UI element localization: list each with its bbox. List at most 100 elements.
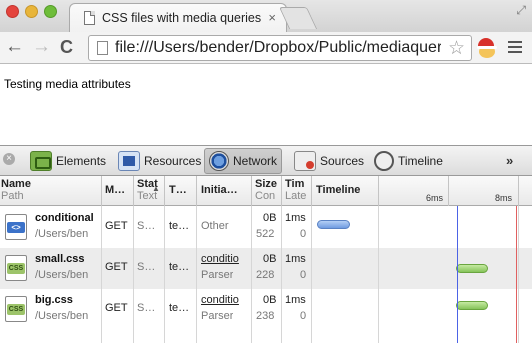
request-status: S… [137, 302, 156, 314]
request-method: GET [105, 220, 128, 232]
timeline-tick-label: 6ms [426, 193, 444, 203]
table-row[interactable]: CSS small.css /Users/ben GET S… te… cond… [0, 248, 532, 289]
load-event-marker [516, 206, 517, 343]
column-timeline[interactable]: Timeline [316, 184, 376, 196]
reload-button[interactable]: C [60, 37, 73, 57]
request-method: GET [105, 261, 128, 273]
request-method: GET [105, 302, 128, 314]
request-time: 1ms [285, 294, 306, 306]
tab-title: CSS files with media queries [102, 11, 262, 25]
tab-label: Timeline [398, 154, 443, 168]
tab-timeline[interactable]: Timeline [370, 148, 447, 174]
table-row[interactable]: <> conditional /Users/ben GET S… te… Oth… [0, 207, 532, 248]
tab-label: Network [233, 154, 278, 168]
timeline-bar[interactable] [456, 264, 488, 273]
sources-icon [294, 151, 316, 171]
tab-label: Resources [144, 154, 202, 168]
request-name[interactable]: conditional [35, 212, 99, 225]
tab-network[interactable]: Network [204, 148, 283, 174]
page-icon [84, 11, 95, 25]
timeline-icon [374, 151, 394, 171]
page-text: Testing media attributes [4, 77, 131, 91]
request-latency: 0 [300, 269, 307, 281]
title-bar: CSS files with media queries × ⤢ [0, 0, 532, 33]
tab-elements[interactable]: Elements [26, 148, 110, 174]
initiator-type: Parser [201, 269, 234, 281]
column-type[interactable]: T… [169, 184, 194, 196]
dom-content-loaded-marker [457, 206, 458, 343]
request-size: 0B [263, 253, 277, 265]
tab-label: Elements [56, 154, 107, 168]
initiator-type: Parser [201, 310, 234, 322]
request-latency: 0 [300, 310, 307, 322]
url-text[interactable]: file:///Users/bender/Dropbox/Public/medi… [115, 39, 441, 57]
tab-label: Sources [320, 154, 365, 168]
request-path: /Users/ben [35, 269, 89, 281]
request-content-size: 228 [256, 269, 275, 281]
table-row[interactable]: CSS big.css /Users/ben GET S… te… condit… [0, 289, 532, 330]
column-sublabel: Path [1, 190, 24, 202]
tab-close-icon[interactable]: × [268, 10, 276, 25]
page-content: Testing media attributes [0, 65, 532, 145]
sort-ascending-icon: ▲ [152, 184, 160, 193]
zoom-window-button[interactable] [44, 5, 57, 18]
column-initiator[interactable]: Initia… [201, 184, 251, 196]
devtools-panel: × Elements Resources Network Sources Tim… [0, 145, 532, 343]
network-table: Name Path M… Stat Text ▲ T… Initia… Size… [0, 176, 532, 343]
request-time: 1ms [285, 212, 306, 224]
initiator-link[interactable]: conditio [201, 253, 249, 266]
css-file-icon: CSS [5, 255, 27, 281]
resources-icon [118, 151, 140, 171]
request-name[interactable]: big.css [35, 294, 99, 307]
column-sublabel: Late [285, 190, 307, 202]
request-type: te… [169, 261, 190, 273]
browser-toolbar: ← → C file:///Users/bender/Dropbox/Publi… [0, 32, 532, 64]
elements-icon [30, 151, 52, 171]
request-content-size: 238 [256, 310, 275, 322]
fullscreen-icon[interactable]: ⤢ [516, 3, 526, 18]
minimize-window-button[interactable] [25, 5, 38, 18]
css-file-icon: CSS [5, 296, 27, 322]
tab-sources[interactable]: Sources [290, 148, 368, 174]
column-time[interactable]: Tim Late [285, 178, 309, 202]
page-icon [97, 41, 108, 55]
column-sublabel: Con [255, 190, 276, 202]
tab-resources[interactable]: Resources [114, 148, 205, 174]
request-time: 1ms [285, 253, 306, 265]
request-status: S… [137, 220, 156, 232]
column-label: Tim [285, 178, 305, 190]
menu-icon[interactable] [508, 41, 522, 56]
network-icon [209, 151, 229, 171]
request-size: 0B [263, 212, 277, 224]
close-devtools-icon[interactable]: × [3, 153, 15, 165]
request-path: /Users/ben [35, 228, 89, 240]
initiator-link[interactable]: conditio [201, 294, 249, 307]
santa-extension-icon[interactable] [476, 37, 498, 59]
request-path: /Users/ben [35, 310, 89, 322]
column-label: Size [255, 178, 278, 190]
address-bar[interactable]: file:///Users/bender/Dropbox/Public/medi… [88, 35, 472, 61]
request-status: S… [137, 261, 156, 273]
forward-button[interactable]: → [32, 37, 51, 57]
bookmark-star-icon[interactable]: ☆ [448, 37, 465, 60]
request-type: te… [169, 302, 190, 314]
request-size: 0B [263, 294, 277, 306]
request-initiator: Other [201, 220, 229, 232]
timeline-bar[interactable] [456, 301, 488, 310]
more-tabs-icon[interactable]: » [506, 153, 513, 168]
timeline-bar[interactable] [317, 220, 350, 229]
request-type: te… [169, 220, 190, 232]
request-name[interactable]: small.css [35, 253, 99, 266]
column-size[interactable]: Size Con [255, 178, 279, 202]
close-window-button[interactable] [6, 5, 19, 18]
html-file-icon: <> [5, 214, 27, 240]
timeline-tick-label: 8ms [495, 193, 513, 203]
column-label: Name [1, 178, 31, 190]
request-content-size: 522 [256, 228, 275, 240]
column-name[interactable]: Name Path [1, 178, 99, 202]
back-button[interactable]: ← [5, 37, 24, 57]
column-method[interactable]: M… [105, 184, 131, 196]
table-header: Name Path M… Stat Text ▲ T… Initia… Size… [0, 176, 532, 206]
browser-tab[interactable]: CSS files with media queries × [69, 3, 287, 33]
devtools-toolbar: × Elements Resources Network Sources Tim… [0, 146, 532, 176]
